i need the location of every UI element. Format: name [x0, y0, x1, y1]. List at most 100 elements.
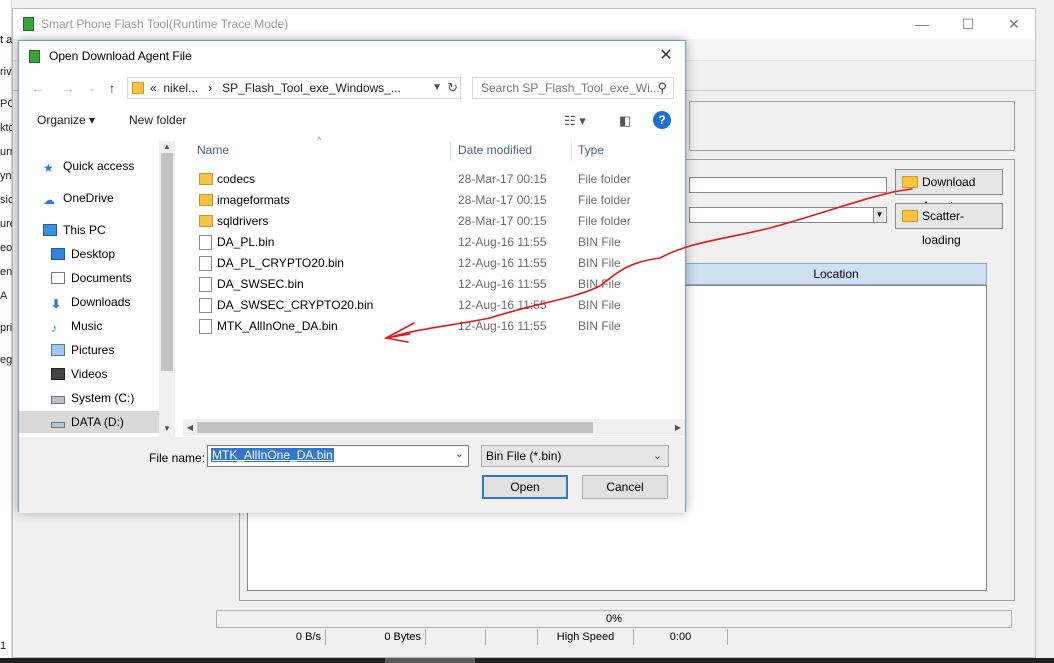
search-input[interactable]: Search SP_Flash_Tool_exe_Wi... ⚲ [472, 77, 674, 99]
open-button[interactable]: Open [482, 475, 568, 499]
file-type: BIN File [578, 256, 621, 270]
scroll-down-icon[interactable]: ▼ [159, 423, 175, 435]
address-row: ← → ⌄ ↑ « nikel... › SP_Flash_Tool_exe_W… [19, 75, 685, 101]
file-row-da-pl-crypto20[interactable]: DA_PL_CRYPTO20.bin 12-Aug-16 11:55 BIN F… [179, 253, 685, 274]
address-bar[interactable]: « nikel... › SP_Flash_Tool_exe_Windows_.… [127, 77, 461, 99]
file-name: sqldrivers [217, 214, 269, 228]
help-icon[interactable]: ? [653, 111, 671, 129]
file-name: codecs [217, 172, 256, 186]
main-title-bar: Smart Phone Flash Tool(Runtime Trace Mod… [13, 9, 1035, 39]
file-type-select[interactable]: Bin File (*.bin) ⌄ [481, 445, 669, 467]
file-list-horizontal-scrollbar[interactable]: ◀ ▶ [183, 419, 685, 436]
refresh-icon[interactable]: ↻ [447, 78, 458, 98]
forward-arrow-icon[interactable]: → [57, 78, 79, 98]
file-date: 12-Aug-16 11:55 [458, 235, 547, 249]
nav-item-this-pc[interactable]: This PC [43, 219, 106, 241]
up-arrow-icon[interactable]: ↑ [101, 78, 123, 98]
nav-label: Desktop [71, 247, 116, 261]
scatter-file-dropdown[interactable]: ▼ [689, 207, 887, 223]
file-name-value: MTK_AllInOne_DA.bin [211, 448, 334, 462]
nav-pane-scrollbar[interactable]: ▲ ▼ [159, 141, 175, 437]
breadcrumb-item[interactable]: nikel... [163, 81, 198, 95]
file-row-mtk-allinone-da[interactable]: MTK_AllInOne_DA.bin 12-Aug-16 11:55 BIN … [179, 316, 685, 337]
file-row-da-pl[interactable]: DA_PL.bin 12-Aug-16 11:55 BIN File [179, 232, 685, 253]
file-row-imageformats[interactable]: imageformats 28-Mar-17 00:15 File folder [179, 190, 685, 211]
download-agent-button[interactable]: Download Agent [895, 169, 1003, 213]
nav-item-documents[interactable]: Documents [51, 267, 132, 289]
file-icon [199, 298, 212, 313]
scatter-loading-button[interactable]: Scatter-loading [895, 203, 1003, 247]
minimize-button[interactable]: — [899, 9, 945, 39]
star-icon: ★ [43, 161, 54, 175]
file-row-da-swsec-crypto20[interactable]: DA_SWSEC_CRYPTO20.bin 12-Aug-16 11:55 BI… [179, 295, 685, 316]
status-mode: High Speed [538, 629, 634, 645]
file-icon [199, 277, 212, 292]
file-row-da-swsec[interactable]: DA_SWSEC.bin 12-Aug-16 11:55 BIN File [179, 274, 685, 295]
file-date: 28-Mar-17 00:15 [458, 193, 547, 207]
new-folder-button[interactable]: New folder [129, 113, 186, 127]
file-name: DA_SWSEC_CRYPTO20.bin [217, 298, 374, 312]
breadcrumb-item[interactable]: SP_Flash_Tool_exe_Windows_... [222, 81, 401, 95]
file-icon [199, 256, 212, 271]
folder-icon [902, 176, 918, 188]
dialog-close-button[interactable]: ✕ [651, 41, 681, 71]
file-type: BIN File [578, 235, 621, 249]
nav-label: DATA (D:) [71, 415, 124, 429]
organize-menu[interactable]: Organize ▾ [37, 113, 95, 127]
nav-item-data-d[interactable]: DATA (D:) [19, 411, 159, 433]
scrollbar-thumb[interactable] [197, 422, 593, 433]
scroll-up-icon[interactable]: ▲ [159, 141, 175, 153]
nav-item-onedrive[interactable]: ☁ OneDrive [43, 187, 114, 209]
dialog-title: Open Download Agent File [49, 49, 192, 63]
file-name-input[interactable]: MTK_AllInOne_DA.bin ⌄ [207, 445, 469, 467]
open-file-dialog: Open Download Agent File ✕ ← → ⌄ ↑ « nik… [18, 40, 686, 513]
nav-item-desktop[interactable]: Desktop [51, 243, 115, 265]
file-type: File folder [578, 172, 631, 186]
file-icon [199, 319, 212, 334]
column-header-date[interactable]: Date modified [452, 141, 572, 161]
column-header-type[interactable]: Type [572, 141, 672, 161]
file-name: DA_PL.bin [217, 235, 275, 249]
file-row-codecs[interactable]: codecs 28-Mar-17 00:15 File folder [179, 169, 685, 190]
breadcrumb-overflow[interactable]: « [150, 81, 157, 95]
file-date: 12-Aug-16 11:55 [458, 298, 547, 312]
scroll-left-icon[interactable]: ◀ [183, 419, 197, 436]
recent-locations-chevron-icon[interactable]: ⌄ [81, 78, 103, 98]
cancel-button[interactable]: Cancel [582, 475, 668, 499]
status-bytes: 0 Bytes [326, 629, 426, 645]
file-icon [199, 235, 212, 250]
folder-icon [132, 82, 144, 94]
file-row-sqldrivers[interactable]: sqldrivers 28-Mar-17 00:15 File folder [179, 211, 685, 232]
breadcrumb: « nikel... › SP_Flash_Tool_exe_Windows_.… [150, 78, 401, 98]
nav-item-pictures[interactable]: Pictures [51, 339, 114, 361]
nav-item-videos[interactable]: Videos [51, 363, 107, 385]
view-options-icon[interactable]: ☷ ▾ [564, 113, 586, 129]
download-agent-path-field[interactable] [689, 177, 887, 193]
location-column-header[interactable]: Location [685, 263, 987, 285]
nav-label: OneDrive [63, 191, 114, 205]
close-button[interactable]: ✕ [991, 9, 1037, 39]
chevron-down-icon[interactable]: ▼ [432, 78, 442, 98]
phone-app-icon [23, 17, 34, 31]
file-date: 12-Aug-16 11:55 [458, 256, 547, 270]
scrollbar-thumb[interactable] [161, 153, 173, 371]
chevron-down-icon: ⌄ [652, 450, 662, 462]
maximize-button[interactable]: ☐ [945, 9, 991, 39]
nav-item-system-c[interactable]: System (C:) [51, 387, 134, 409]
file-type: File folder [578, 193, 631, 207]
nav-item-quick-access[interactable]: ★ Quick access [43, 155, 134, 177]
back-arrow-icon[interactable]: ← [27, 78, 49, 98]
chevron-down-icon: ▼ [873, 208, 885, 222]
desktop-edge-text: riv [0, 66, 12, 78]
nav-item-music[interactable]: ♪ Music [51, 315, 102, 337]
status-speed: 0 B/s [216, 629, 326, 645]
preview-pane-icon[interactable]: ◧ [619, 113, 631, 129]
scroll-right-icon[interactable]: ▶ [671, 419, 685, 436]
nav-item-downloads[interactable]: ⬇ Downloads [51, 291, 130, 313]
folder-icon [199, 194, 213, 206]
file-type: BIN File [578, 298, 621, 312]
nav-label: System (C:) [71, 391, 135, 405]
file-name: imageformats [217, 193, 290, 207]
chevron-down-icon[interactable]: ⌄ [455, 447, 464, 460]
nav-label: Quick access [63, 159, 135, 173]
